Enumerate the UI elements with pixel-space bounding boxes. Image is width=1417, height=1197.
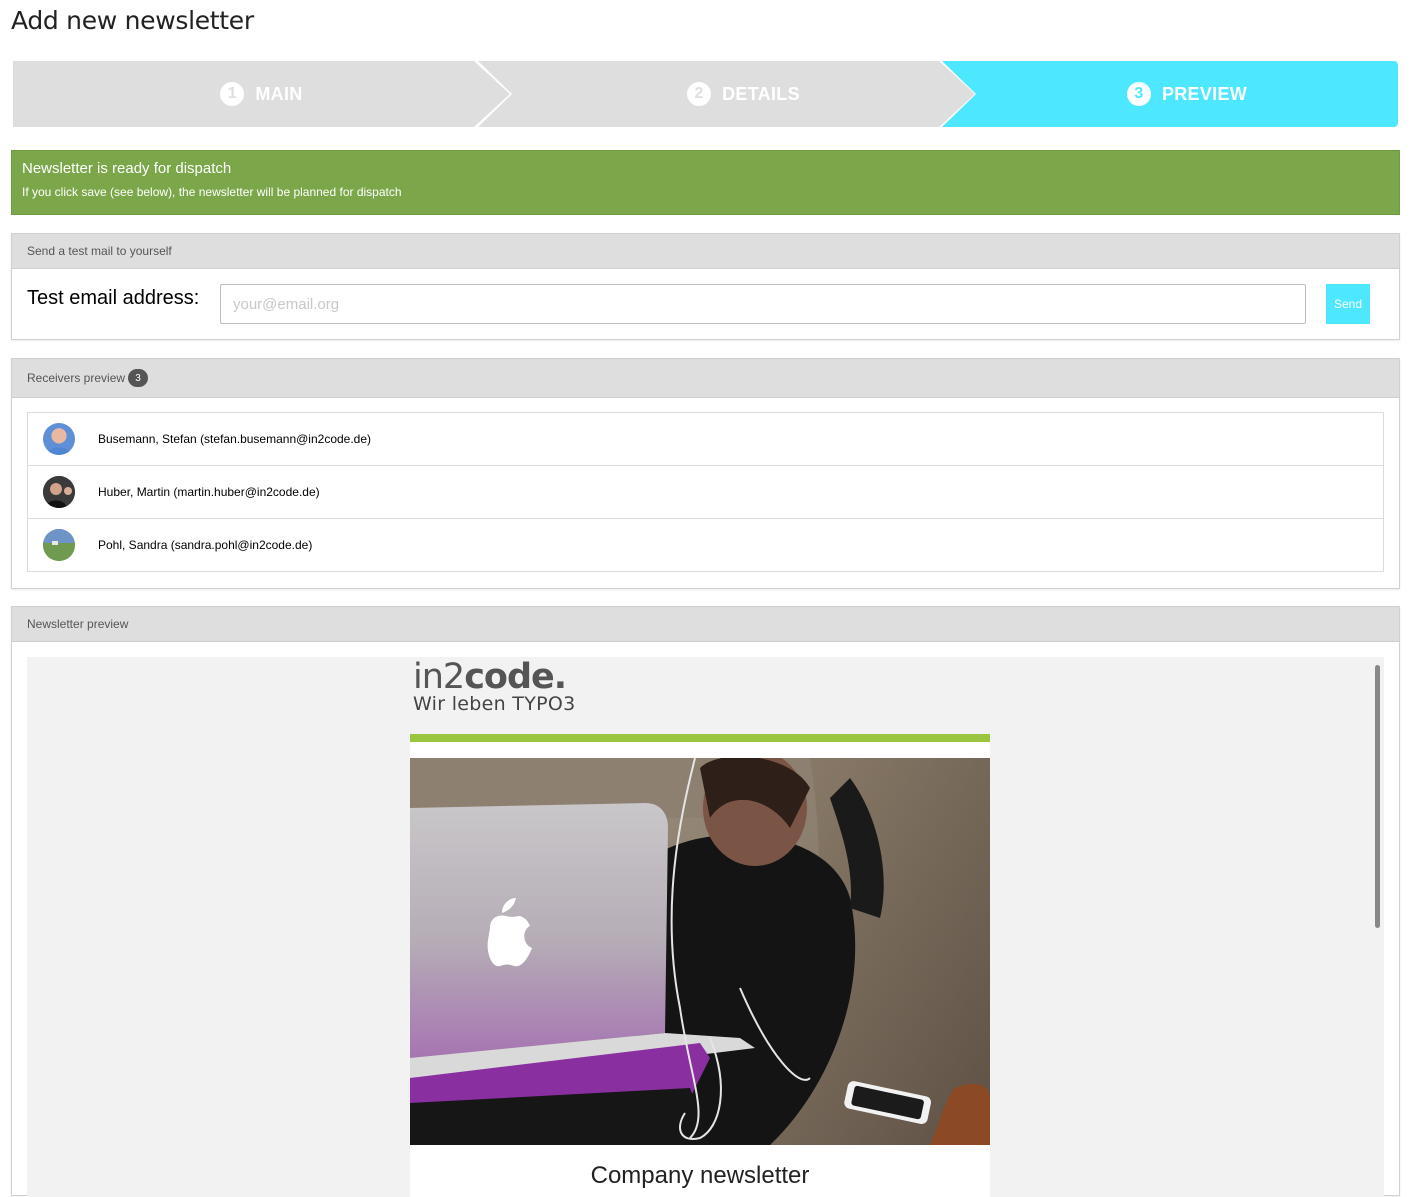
test-mail-heading: Send a test mail to yourself bbox=[27, 244, 172, 258]
panel-heading: Receivers preview 3 bbox=[12, 359, 1399, 398]
test-email-input[interactable] bbox=[220, 284, 1306, 324]
receiver-name: Pohl, Sandra (sandra.pohl@in2code.de) bbox=[98, 538, 313, 552]
alert-text: If you click save (see below), the newsl… bbox=[22, 185, 402, 199]
panel-heading: Send a test mail to yourself bbox=[12, 234, 1399, 269]
wizard-step-preview[interactable]: 3 PREVIEW bbox=[942, 61, 1398, 127]
step-label: DETAILS bbox=[722, 83, 800, 104]
step-number: 2 bbox=[687, 82, 712, 106]
newsletter-preview-panel: Newsletter preview in2code. Wir leben TY… bbox=[11, 606, 1400, 1197]
newsletter-preview-heading: Newsletter preview bbox=[27, 617, 129, 631]
laptop-photo bbox=[410, 758, 990, 1145]
step-number: 1 bbox=[220, 82, 245, 106]
test-email-label: Test email address: bbox=[27, 287, 200, 309]
spacer bbox=[410, 742, 990, 758]
receivers-heading: Receivers preview bbox=[27, 371, 126, 385]
dispatch-ready-alert: Newsletter is ready for dispatch If you … bbox=[11, 150, 1400, 215]
step-label: PREVIEW bbox=[1161, 83, 1248, 104]
preview-scrollbar[interactable] bbox=[1375, 665, 1380, 928]
newsletter-preview-frame[interactable]: in2code. Wir leben TYPO3 Company newslet… bbox=[27, 657, 1384, 1197]
panel-heading: Newsletter preview bbox=[12, 607, 1399, 642]
receiver-name: Huber, Martin (martin.huber@in2code.de) bbox=[98, 485, 320, 499]
alert-title: Newsletter is ready for dispatch bbox=[22, 160, 232, 177]
receivers-panel: Receivers preview 3 Busemann, Stefan (st… bbox=[11, 358, 1400, 589]
logo-text-light: in2 bbox=[413, 657, 465, 697]
accent-bar bbox=[410, 734, 990, 742]
wizard-step-details[interactable]: 2 DETAILS bbox=[478, 61, 975, 127]
send-button[interactable]: Send bbox=[1326, 284, 1370, 324]
list-item: Huber, Martin (martin.huber@in2code.de) bbox=[28, 465, 1383, 518]
avatar bbox=[43, 476, 75, 508]
wizard-step-main[interactable]: 1 MAIN bbox=[13, 61, 510, 127]
newsletter-heading: Company newsletter bbox=[590, 1162, 810, 1189]
page-title: Add new newsletter bbox=[11, 6, 254, 35]
avatar bbox=[43, 423, 75, 455]
list-item: Pohl, Sandra (sandra.pohl@in2code.de) bbox=[28, 518, 1383, 571]
wizard-steps: 1 MAIN 2 DETAILS 3 PREVIEW bbox=[13, 61, 1398, 127]
logo-text-bold: code. bbox=[464, 657, 567, 697]
step-label: MAIN bbox=[255, 83, 303, 104]
in2code-logo: in2code. Wir leben TYPO3 bbox=[413, 657, 576, 715]
receiver-name: Busemann, Stefan (stefan.busemann@in2cod… bbox=[98, 432, 372, 446]
avatar bbox=[43, 529, 75, 561]
list-item: Busemann, Stefan (stefan.busemann@in2cod… bbox=[28, 413, 1383, 465]
test-mail-panel: Send a test mail to yourself Test email … bbox=[11, 233, 1400, 340]
newsletter-content: Company newsletter bbox=[410, 1145, 990, 1197]
receivers-count-badge: 3 bbox=[128, 369, 149, 387]
receivers-list: Busemann, Stefan (stefan.busemann@in2cod… bbox=[27, 412, 1384, 572]
step-number: 3 bbox=[1126, 82, 1151, 106]
logo-tagline: Wir leben TYPO3 bbox=[413, 693, 576, 715]
